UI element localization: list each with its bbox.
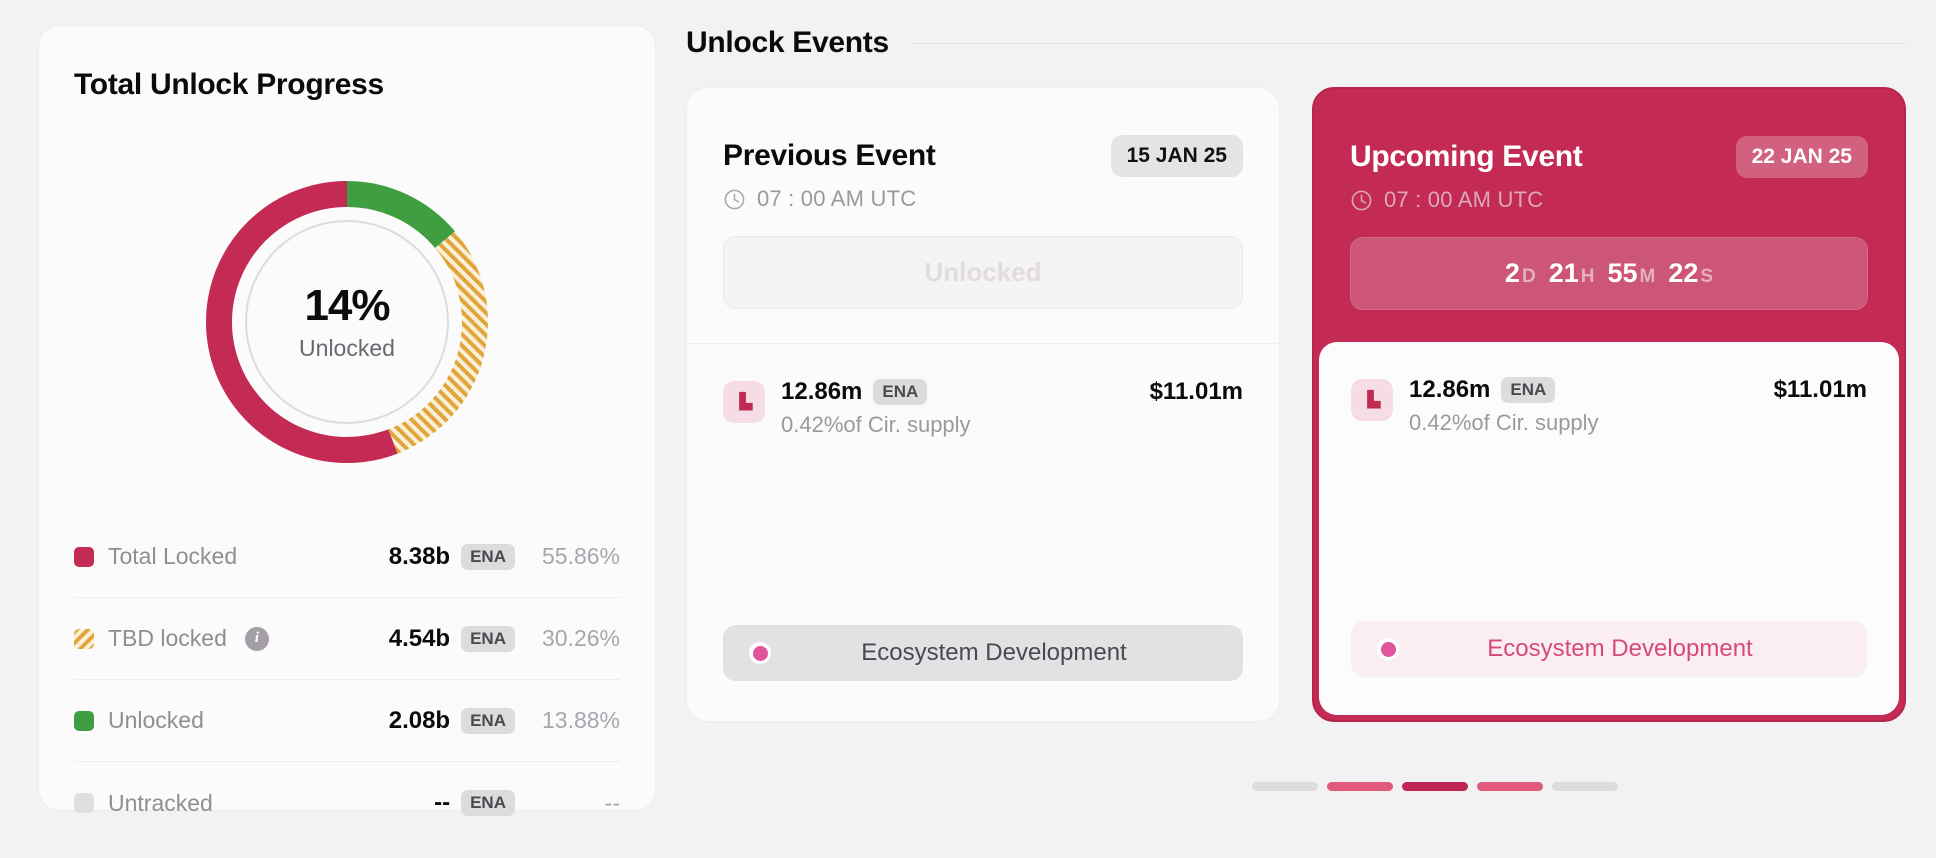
upcoming-event-title: Upcoming Event [1350, 140, 1583, 173]
legend-amount: 8.38b [388, 542, 451, 570]
donut-center-label: 14% Unlocked [199, 174, 495, 470]
category-dot-icon [749, 642, 771, 664]
legend-percent: -- [604, 789, 620, 816]
previous-event-token-row: 12.86m ENA 0.42%of Cir. supply $11.01m [723, 378, 1243, 438]
category-tag-label: Ecosystem Development [861, 639, 1127, 666]
clock-icon [1351, 190, 1372, 210]
previous-event-date-badge: 15 JAN 25 [1110, 135, 1243, 177]
swatch-untracked [74, 793, 94, 813]
legend-label: Unlocked [108, 707, 204, 733]
legend-label: TBD locked [108, 625, 227, 651]
ena-token-icon [723, 381, 765, 423]
legend-amount: -- [434, 789, 451, 816]
countdown-minutes-unit: M [1639, 266, 1656, 287]
token-symbol-chip: ENA [461, 707, 515, 734]
donut-percent-caption: Unlocked [299, 335, 395, 361]
category-tag-ecosystem-development[interactable]: Ecosystem Development [1351, 621, 1867, 677]
token-symbol-chip: ENA [461, 543, 515, 570]
section-title: Unlock Events [686, 26, 889, 59]
token-usd-value: $11.01m [1149, 378, 1243, 405]
countdown-days: 2D [1505, 258, 1536, 289]
pagination-bar-1[interactable] [1252, 782, 1318, 791]
token-amount-line: 12.86m ENA [1409, 376, 1599, 404]
token-glyph-icon [739, 391, 753, 411]
token-symbol-chip: ENA [1501, 377, 1556, 403]
swatch-total-locked [74, 546, 94, 567]
token-details: 12.86m ENA 0.42%of Cir. supply [1409, 376, 1599, 436]
countdown-seconds-unit: S [1700, 266, 1714, 287]
legend-percent: 55.86% [541, 543, 620, 569]
legend-label: Untracked [108, 789, 213, 816]
unlock-dashboard: Total Unlock Progress 14% Unlocked Total… [0, 0, 1936, 858]
token-symbol-chip: ENA [461, 790, 515, 816]
divider [910, 42, 1906, 44]
legend-row-total-locked: Total Locked 8.38b ENA 55.86% [74, 516, 620, 598]
token-symbol-chip: ENA [461, 625, 515, 652]
previous-event-time: 07 : 00 AM UTC [757, 186, 917, 211]
donut-percent-value: 14% [304, 281, 390, 330]
previous-event-card[interactable]: Previous Event 15 JAN 25 07 : 00 AM UTC … [686, 87, 1280, 722]
section-header: Unlock Events [686, 26, 1906, 60]
legend-row-tbd-locked: TBD locked i 4.54b ENA 30.26% [74, 598, 620, 680]
pagination-bar-4[interactable] [1477, 782, 1543, 791]
pagination-bar-2[interactable] [1327, 782, 1393, 791]
token-amount-line: 12.86m ENA [781, 378, 971, 406]
previous-event-header: Previous Event 15 JAN 25 [723, 135, 1243, 177]
category-tag-ecosystem-development[interactable]: Ecosystem Development [723, 625, 1243, 681]
unlocked-status-button[interactable]: Unlocked [723, 236, 1243, 309]
token-glyph-icon [1367, 389, 1381, 409]
legend-amount: 2.08b [388, 706, 451, 734]
page-title: Total Unlock Progress [74, 68, 384, 101]
event-cards: Previous Event 15 JAN 25 07 : 00 AM UTC … [686, 87, 1906, 722]
upcoming-event-card[interactable]: Upcoming Event 22 JAN 25 07 : 00 AM UTC … [1312, 87, 1906, 722]
token-usd-value: $11.01m [1773, 376, 1867, 403]
countdown-days-unit: D [1521, 266, 1536, 287]
unlock-progress-donut-chart: 14% Unlocked [199, 174, 495, 470]
previous-event-title: Previous Event [723, 139, 936, 172]
upcoming-event-token-row: 12.86m ENA 0.42%of Cir. supply $11.01m [1351, 376, 1867, 436]
pagination-bar-5[interactable] [1552, 782, 1618, 791]
ena-token-icon [1351, 379, 1393, 421]
clock-icon [724, 189, 745, 209]
upcoming-event-date-badge: 22 JAN 25 [1735, 136, 1868, 178]
countdown-minutes: 55 M [1607, 258, 1655, 289]
legend-row-unlocked: Unlocked 2.08b ENA 13.88% [74, 680, 620, 762]
swatch-unlocked [74, 710, 94, 731]
token-details: 12.86m ENA 0.42%of Cir. supply [781, 378, 971, 438]
category-dot-icon [1377, 638, 1399, 660]
token-symbol-chip: ENA [873, 379, 928, 405]
category-tag-label: Ecosystem Development [1487, 635, 1753, 662]
token-amount: 12.86m [781, 378, 863, 405]
legend-percent: 30.26% [541, 625, 620, 651]
swatch-tbd-locked [74, 628, 94, 649]
countdown-days-value: 2 [1504, 258, 1520, 288]
countdown-timer: 2D 21 H 55 M 22 S [1350, 237, 1868, 310]
legend-row-untracked: Untracked -- ENA -- [74, 762, 620, 844]
upcoming-event-header: Upcoming Event 22 JAN 25 [1350, 136, 1868, 178]
carousel-pagination[interactable] [1252, 782, 1618, 791]
countdown-minutes-value: 55 [1607, 258, 1638, 288]
countdown-seconds-value: 22 [1668, 258, 1699, 288]
legend-percent: 13.88% [541, 707, 620, 733]
divider [687, 343, 1279, 344]
legend-amount: 4.54b [388, 624, 451, 652]
token-supply-share: 0.42%of Cir. supply [781, 412, 971, 437]
total-unlock-progress-panel: Total Unlock Progress 14% Unlocked Total… [38, 25, 656, 816]
info-icon[interactable]: i [244, 626, 269, 651]
upcoming-event-time-row: 07 : 00 AM UTC [1350, 187, 1543, 213]
token-supply-share: 0.42%of Cir. supply [1409, 410, 1599, 435]
previous-event-time-row: 07 : 00 AM UTC [723, 186, 916, 212]
unlock-events-section: Unlock Events Previous Event 15 JAN 25 0… [686, 0, 1936, 858]
legend-label: Total Locked [108, 543, 238, 569]
unlock-legend: Total Locked 8.38b ENA 55.86% TBD locked… [74, 516, 620, 844]
countdown-hours-value: 21 [1548, 258, 1579, 288]
countdown-hours: 21 H [1549, 258, 1595, 289]
countdown-seconds: 22 S [1668, 258, 1713, 289]
pagination-bar-3-active[interactable] [1402, 782, 1468, 791]
token-amount: 12.86m [1409, 376, 1491, 403]
upcoming-event-details-panel: 12.86m ENA 0.42%of Cir. supply $11.01m E… [1319, 342, 1899, 715]
upcoming-event-time: 07 : 00 AM UTC [1384, 187, 1544, 212]
countdown-hours-unit: H [1580, 266, 1595, 287]
